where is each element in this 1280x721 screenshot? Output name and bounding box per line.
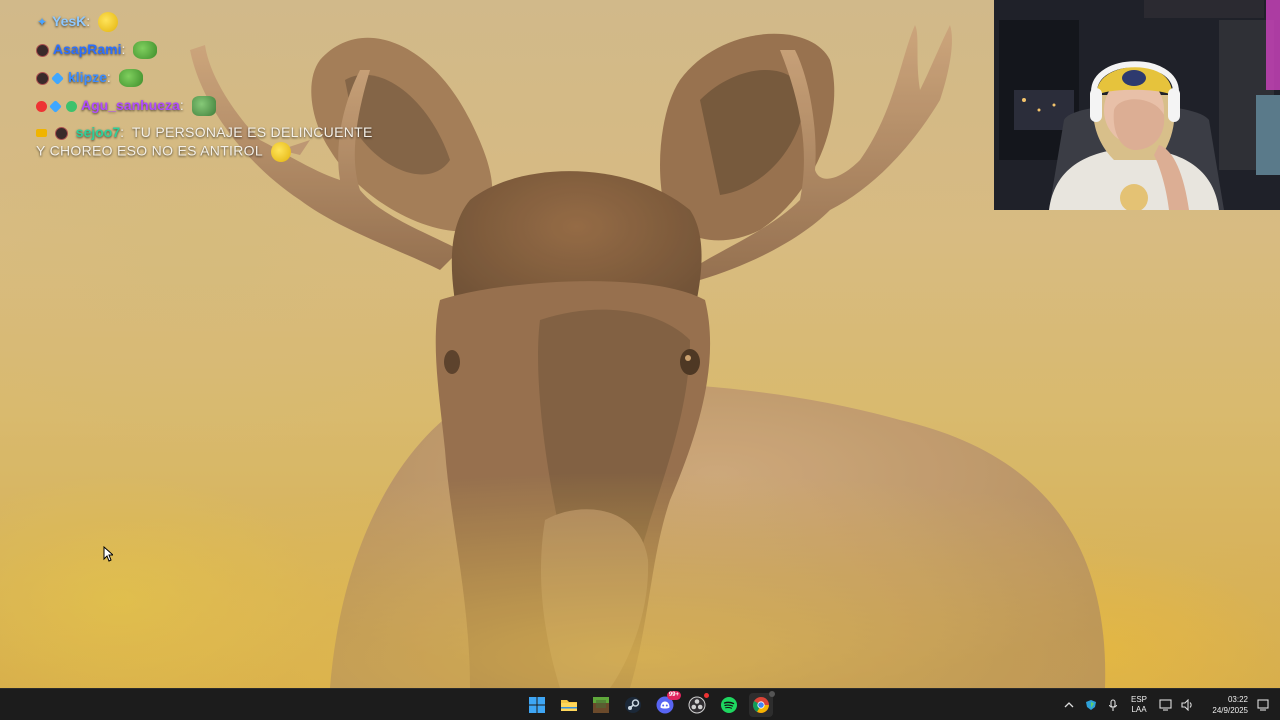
clock-date: 24/9/2025 [1212, 706, 1248, 715]
network-tray-button[interactable] [1154, 694, 1176, 716]
obs-icon [688, 696, 706, 714]
show-hidden-icons-button[interactable] [1058, 694, 1080, 716]
spotify-icon [721, 697, 737, 713]
laughing-emote-icon [98, 12, 119, 32]
notification-icon [1257, 699, 1269, 711]
crown-badge-icon [36, 129, 47, 138]
diamond-badge-icon [51, 71, 64, 85]
moderator-badge-icon [36, 100, 47, 112]
chat-username: sejoo7 [75, 124, 121, 140]
pepe-emote-icon [118, 69, 143, 87]
chat-username: YesK [52, 13, 87, 30]
spotify-button[interactable] [717, 693, 741, 717]
subscriber-badge-icon [54, 126, 68, 140]
obs-button[interactable] [685, 693, 709, 717]
security-tray-button[interactable] [1080, 694, 1102, 716]
diamond-badge-icon [49, 99, 62, 113]
file-explorer-button[interactable] [557, 693, 581, 717]
system-tray: ESP LAA 03:22 24/9/2025 [1058, 689, 1280, 721]
subscriber-badge-icon [36, 43, 49, 57]
microphone-icon [1108, 698, 1118, 711]
chat-message: sejoo7: TU PERSONAJE ES DELINCUENTE Y CH… [36, 120, 376, 162]
chat-username: AsapRami [53, 41, 122, 58]
discord-button[interactable]: 99+ [653, 691, 681, 717]
language-indicator[interactable]: ESP LAA [1124, 695, 1154, 715]
chat-message: klipze : [36, 64, 376, 92]
mouse-cursor-icon [103, 546, 113, 562]
laughing-emote-icon [270, 141, 291, 162]
windows-taskbar: 99+ ESP LAA 03:22 24/9/2025 [0, 688, 1280, 720]
webcam-overlay [994, 0, 1280, 210]
clock-button[interactable]: 03:22 24/9/2025 [1198, 694, 1248, 716]
glasses-emote-icon [191, 96, 216, 116]
webcam-feed-image [994, 0, 1280, 210]
chat-separator: : [86, 13, 91, 30]
chat-separator: : [179, 97, 184, 114]
notifications-button[interactable] [1252, 694, 1274, 716]
network-monitor-icon [1158, 699, 1172, 711]
shield-icon [1086, 700, 1096, 710]
steam-button[interactable] [621, 693, 645, 717]
chat-username: klipze [68, 69, 107, 86]
language-layout: LAA [1131, 705, 1147, 714]
taskbar-apps: 99+ [525, 689, 775, 721]
chrome-button[interactable] [749, 691, 775, 717]
sword-badge-icon: ✦ [36, 15, 48, 29]
chat-message: Agu_sanhueza : [36, 92, 376, 120]
windows-logo-icon [529, 697, 545, 713]
vip-badge-icon [66, 100, 77, 112]
chevron-up-icon [1064, 702, 1074, 708]
stream-chat-overlay: ✦ YesK : AsapRami : klipze : Agu_sanhuez… [36, 8, 376, 162]
pepe-emote-icon [133, 41, 158, 59]
start-button[interactable] [525, 693, 549, 717]
chrome-profile-badge [769, 691, 775, 697]
volume-tray-button[interactable] [1176, 694, 1198, 716]
chat-separator: : [106, 69, 111, 86]
microphone-tray-button[interactable] [1102, 694, 1124, 716]
subscriber-badge-icon [36, 71, 49, 85]
chat-username: Agu_sanhueza [81, 97, 180, 114]
language-code: ESP [1130, 695, 1147, 704]
chat-separator: : [120, 124, 125, 140]
clock-time: 03:22 [1227, 695, 1248, 704]
chat-message: ✦ YesK : [36, 8, 376, 36]
steam-icon [625, 697, 641, 713]
discord-notification-badge: 99+ [666, 691, 681, 700]
folder-icon [561, 700, 577, 711]
grass-block-icon [593, 697, 609, 713]
obs-recording-dot [704, 693, 709, 698]
chat-separator: : [121, 41, 126, 58]
speaker-icon [1180, 699, 1192, 711]
chat-message: AsapRami : [36, 36, 376, 64]
chrome-icon [753, 697, 769, 713]
minecraft-button[interactable] [589, 693, 613, 717]
